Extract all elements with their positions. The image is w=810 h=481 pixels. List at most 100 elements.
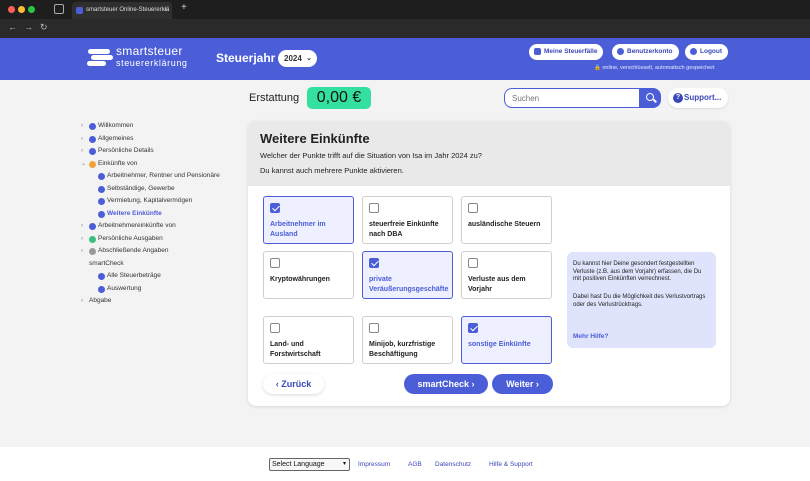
- tab-close-icon[interactable]: ×: [164, 2, 168, 19]
- back-button[interactable]: ‹ Zurück: [263, 374, 324, 394]
- checkbox[interactable]: [468, 203, 478, 213]
- status-done-icon: [98, 185, 105, 193]
- status-done-icon: [98, 273, 105, 280]
- secure-status: 🔒 online, verschlüsselt, automatisch ges…: [594, 65, 715, 71]
- brand-name[interactable]: smartsteuer: [116, 45, 183, 57]
- forward-icon[interactable]: →: [24, 22, 33, 32]
- chevron-right-icon: ›: [81, 223, 83, 229]
- sidebar-toggle-icon[interactable]: [54, 4, 64, 14]
- logout-button[interactable]: Logout: [685, 44, 729, 60]
- smartcheck-button[interactable]: smartCheck ›: [404, 374, 488, 394]
- checkbox[interactable]: [369, 203, 379, 213]
- option-land-forstwirtschaft[interactable]: Land- und Forstwirtschaft: [263, 316, 354, 364]
- option-private-veraeusserung[interactable]: private Veräußerungsgeschäfte: [362, 251, 453, 299]
- sidebar-subitem-weitere-einkuenfte[interactable]: Weitere Einkünfte: [80, 208, 250, 221]
- sidebar-item-label: Arbeitnehmer, Rentner und Pensionäre: [107, 172, 220, 179]
- new-tab-icon[interactable]: +: [181, 2, 187, 13]
- checkbox[interactable]: [270, 258, 280, 268]
- option-label: Arbeitnehmer im Ausland: [270, 221, 326, 238]
- power-icon: [690, 48, 697, 55]
- search-icon[interactable]: [640, 88, 661, 108]
- checkbox[interactable]: [270, 203, 280, 213]
- option-verluste-vorjahr[interactable]: Verluste aus dem Vorjahr: [461, 251, 552, 299]
- sidebar-item-willkommen[interactable]: › Willkommen: [80, 120, 250, 133]
- impressum-link[interactable]: Impressum: [358, 461, 390, 468]
- sidebar-item-label: Persönliche Ausgaben: [98, 234, 163, 242]
- option-label: ausländische Steuern: [468, 221, 541, 228]
- sidebar-item-label: Auswertung: [107, 284, 142, 292]
- help-box: Du kannst hier Deine gesondert festgeste…: [567, 252, 716, 348]
- checkbox[interactable]: [369, 258, 379, 268]
- more-help-link[interactable]: Mehr Hilfe?: [573, 333, 608, 340]
- sidebar-subitem-auswertung[interactable]: Auswertung: [80, 283, 250, 296]
- sidebar-item-allgemeines[interactable]: › Allgemeines: [80, 133, 250, 146]
- logo-icon[interactable]: [87, 49, 113, 66]
- sidebar-item-label: Arbeitnehmereinkünfte von: [98, 222, 176, 229]
- sidebar-item-label: Vermietung, Kapitalvermögen: [107, 197, 193, 204]
- status-done-icon: [98, 285, 105, 293]
- chevron-down-icon: ⌄: [81, 160, 87, 167]
- year-select[interactable]: 2024 ⌄: [278, 50, 317, 67]
- next-button[interactable]: Weiter ›: [492, 374, 553, 394]
- benutzerkonto-label: Benutzerkonto: [627, 48, 673, 55]
- option-auslaendische-steuern[interactable]: ausländische Steuern: [461, 196, 552, 244]
- back-icon[interactable]: ←: [8, 22, 17, 32]
- sidebar-item-persoenliche-ausgaben[interactable]: › Persönliche Ausgaben: [80, 233, 250, 246]
- sidebar-item-label: Alle Steuerbeträge: [107, 272, 161, 279]
- sidebar-subitem-alle-steuerbetraege[interactable]: Alle Steuerbeträge: [80, 270, 250, 283]
- brand-subtitle: steuererklärung: [116, 58, 188, 68]
- chevron-right-icon: ›: [81, 135, 83, 142]
- agb-link[interactable]: AGB: [408, 461, 422, 468]
- checkbox[interactable]: [468, 258, 478, 268]
- sidebar-item-abschliessende-angaben[interactable]: › Abschließende Angaben: [80, 245, 250, 258]
- steuerfaelle-button[interactable]: Meine Steuerfälle: [529, 44, 604, 60]
- sidebar-item-abgabe[interactable]: › Abgabe: [80, 295, 250, 308]
- logout-label: Logout: [700, 48, 723, 55]
- reload-icon[interactable]: ↻: [40, 22, 48, 33]
- chevron-down-icon: ⌄: [306, 55, 312, 62]
- chevron-right-icon: ›: [81, 248, 83, 254]
- option-arbeitnehmer-ausland[interactable]: Arbeitnehmer im Ausland: [263, 196, 354, 244]
- benutzerkonto-button[interactable]: Benutzerkonto: [612, 44, 679, 60]
- option-label: Land- und Forstwirtschaft: [270, 341, 321, 358]
- checkbox[interactable]: [468, 323, 478, 333]
- support-button[interactable]: ? Support...: [668, 88, 728, 108]
- checkbox[interactable]: [270, 323, 280, 333]
- checkbox[interactable]: [369, 323, 379, 333]
- browser-tab[interactable]: smartsteuer Online-Steuererklä ×: [72, 2, 172, 19]
- hint-text: Du kannst auch mehrere Punkte aktivieren…: [260, 166, 404, 175]
- status-pending-icon: [89, 248, 96, 255]
- close-window-icon[interactable]: [8, 6, 15, 13]
- sidebar-item-persoenliche-details[interactable]: › Persönliche Details: [80, 145, 250, 158]
- status-done-icon: [98, 173, 105, 180]
- option-steuerfreie-dba[interactable]: steuerfreie Einkünfte nach DBA: [362, 196, 453, 244]
- sidebar-subitem-selbstaendige[interactable]: Selbständige, Gewerbe: [80, 183, 250, 196]
- card-header: Weitere Einkünfte Welcher der Punkte tri…: [248, 121, 730, 186]
- language-select[interactable]: Select Language ▾: [269, 458, 350, 471]
- status-partial-icon: [89, 235, 96, 243]
- option-sonstige-einkuenfte[interactable]: sonstige Einkünfte: [461, 316, 552, 364]
- option-minijob[interactable]: Minijob, kurzfristige Beschäftigung: [362, 316, 453, 364]
- sidebar-item-label: Einkünfte von: [98, 159, 138, 167]
- browser-toolbar: ← → ↻: [0, 19, 810, 38]
- sidebar-item-smartcheck[interactable]: smartCheck: [80, 258, 250, 271]
- help-icon: ?: [673, 93, 683, 103]
- sidebar-item-arbeitnehmereinkuenfte[interactable]: › Arbeitnehmereinkünfte von: [80, 220, 250, 233]
- sidebar-subitem-arbeitnehmer[interactable]: Arbeitnehmer, Rentner und Pensionäre: [80, 170, 250, 183]
- chevron-right-icon: ›: [81, 298, 83, 304]
- datenschutz-link[interactable]: Datenschutz: [435, 461, 471, 468]
- grid-icon: [534, 48, 541, 55]
- tab-title: smartsteuer Online-Steuererklä: [86, 7, 170, 13]
- chevron-right-icon: ›: [81, 123, 83, 129]
- sidebar-item-einkuenfte-von[interactable]: ⌄ Einkünfte von: [80, 158, 250, 171]
- maximize-window-icon[interactable]: [28, 6, 35, 13]
- sidebar-nav: › Willkommen › Allgemeines › Persönliche…: [80, 120, 250, 308]
- language-value: Select Language: [272, 461, 325, 468]
- search-input[interactable]: [504, 88, 640, 108]
- minimize-window-icon[interactable]: [18, 6, 25, 13]
- option-kryptowaehrungen[interactable]: Kryptowährungen: [263, 251, 354, 299]
- sidebar-item-label: Weitere Einkünfte: [107, 209, 162, 217]
- hilfe-support-link[interactable]: Hilfe & Support: [489, 461, 533, 468]
- tab-favicon-icon: [76, 7, 83, 14]
- sidebar-subitem-vermietung[interactable]: Vermietung, Kapitalvermögen: [80, 195, 250, 208]
